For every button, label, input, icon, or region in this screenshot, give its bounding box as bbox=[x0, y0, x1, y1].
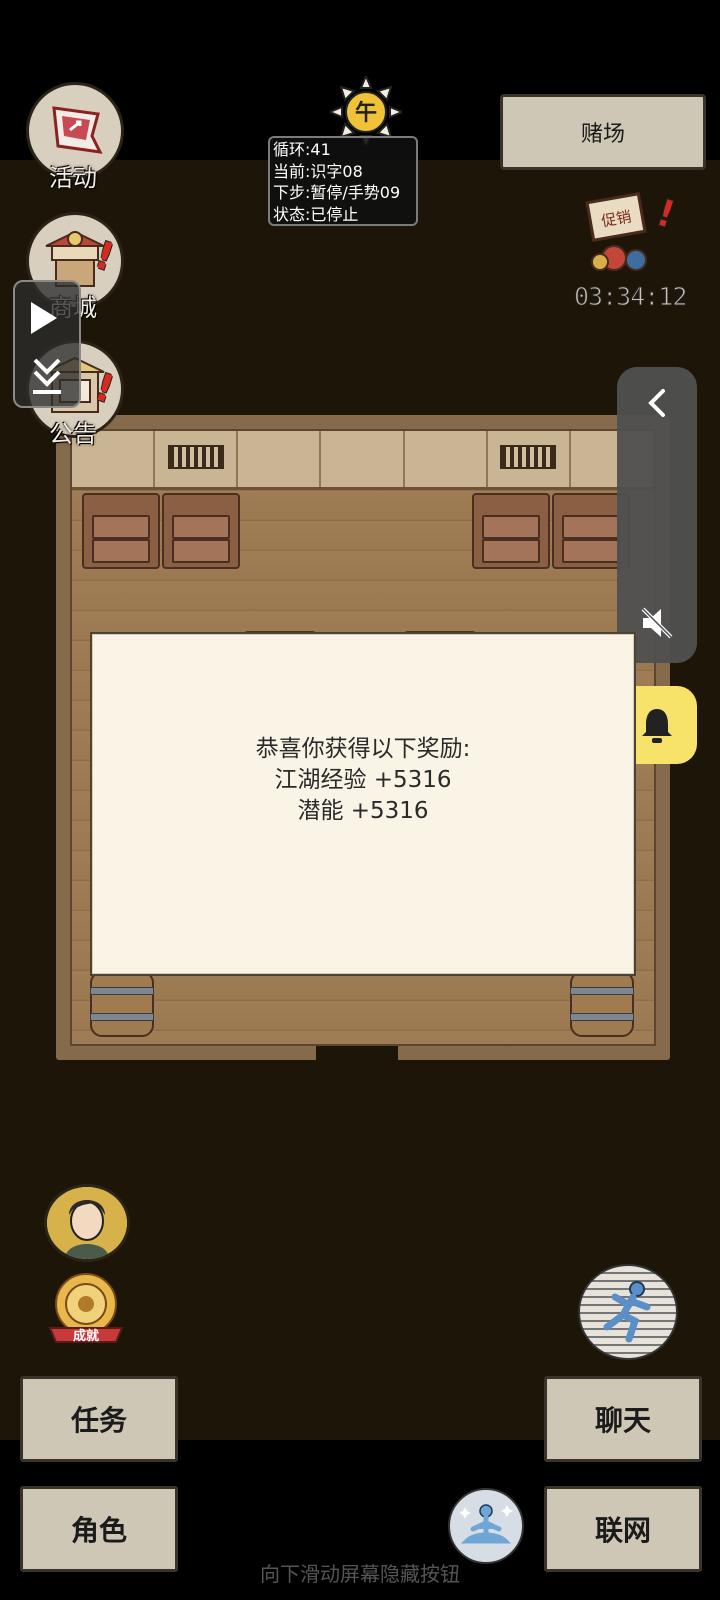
status-next: 下步:暂停/手势09 bbox=[273, 183, 401, 202]
auto-run-button[interactable] bbox=[578, 1264, 678, 1360]
status-state: 状态:已停止 bbox=[273, 204, 359, 224]
back-wall bbox=[72, 431, 654, 490]
play-icon[interactable] bbox=[31, 302, 57, 334]
meditation-icon bbox=[459, 1504, 513, 1544]
room-doorway bbox=[316, 1046, 398, 1060]
notice-label: 公告 bbox=[49, 420, 97, 448]
promo-alert-icon: ! bbox=[651, 190, 674, 237]
chat-button[interactable]: 聊天 bbox=[544, 1376, 702, 1462]
casino-button[interactable]: 赌场 bbox=[500, 94, 706, 170]
reward-experience: 江湖经验 +5316 bbox=[274, 767, 452, 793]
cabinet bbox=[472, 493, 550, 569]
wall-panel bbox=[488, 431, 571, 487]
bell-icon bbox=[642, 709, 672, 743]
cabinet bbox=[162, 493, 240, 569]
player-avatar[interactable] bbox=[44, 1184, 130, 1262]
wall-panel bbox=[405, 431, 488, 487]
chevron-left-icon[interactable] bbox=[639, 385, 675, 421]
wall-panel bbox=[238, 431, 322, 487]
side-tool-panel bbox=[617, 367, 697, 663]
mute-icon[interactable] bbox=[637, 603, 677, 643]
status-loop: 循环:41 bbox=[273, 140, 331, 159]
promo-button[interactable]: 促销 ! bbox=[584, 190, 674, 276]
barrel bbox=[570, 971, 634, 1037]
reward-message: 恭喜你获得以下奖励: 江湖经验 +5316 潜能 +5316 bbox=[92, 734, 634, 827]
wall-panel bbox=[321, 431, 405, 487]
achievement-button[interactable]: 成就 bbox=[44, 1266, 128, 1350]
flag-icon bbox=[52, 106, 103, 154]
wall-vent bbox=[167, 445, 224, 469]
running-figure-icon bbox=[603, 1281, 651, 1343]
event-label: 活动 bbox=[49, 164, 97, 192]
reward-title: 恭喜你获得以下奖励: bbox=[255, 736, 471, 762]
script-control-panel bbox=[13, 280, 81, 408]
collapse-icon[interactable] bbox=[29, 356, 65, 396]
achievement-label: 成就 bbox=[73, 1328, 99, 1344]
wall-vent bbox=[500, 445, 557, 469]
script-status-overlay: 循环:41 当前:识字08 下步:暂停/手势09 状态:已停止 bbox=[268, 136, 418, 226]
reward-dialog[interactable]: 恭喜你获得以下奖励: 江湖经验 +5316 潜能 +5316 bbox=[90, 632, 636, 976]
barrel bbox=[90, 971, 154, 1037]
tasks-button[interactable]: 任务 bbox=[20, 1376, 178, 1462]
time-of-day-label: 午 bbox=[355, 100, 377, 126]
reward-potential: 潜能 +5316 bbox=[297, 798, 429, 824]
promo-countdown: 03:34:12 bbox=[574, 282, 688, 312]
wall-panel bbox=[155, 431, 239, 487]
player-portrait-icon bbox=[47, 1187, 127, 1259]
cabinet bbox=[82, 493, 160, 569]
hide-buttons-hint: 向下滑动屏幕隐藏按钮 bbox=[260, 1562, 460, 1586]
status-current: 当前:识字08 bbox=[273, 161, 363, 181]
meditate-button[interactable] bbox=[448, 1488, 524, 1564]
